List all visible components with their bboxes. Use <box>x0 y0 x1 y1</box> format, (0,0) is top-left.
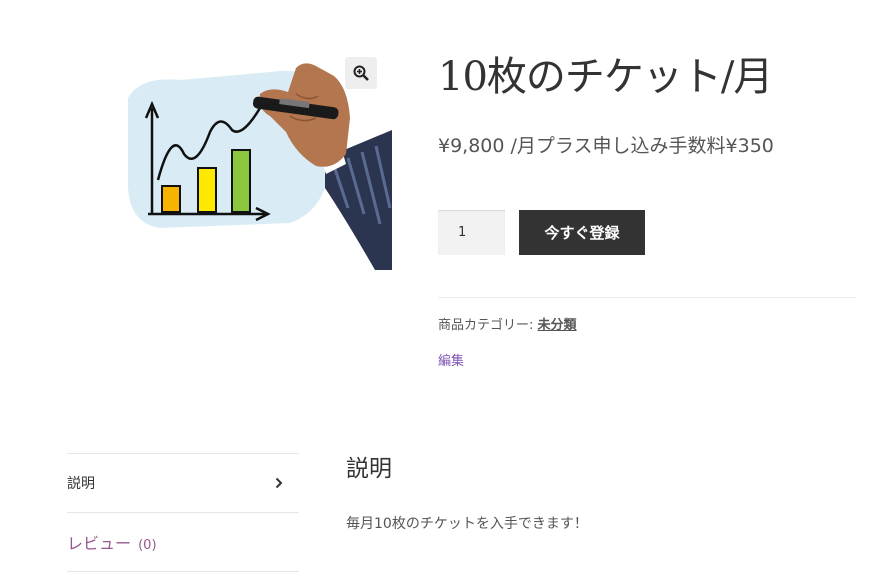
quantity-input[interactable] <box>438 210 505 255</box>
tab-reviews-label: レビュー (0) <box>67 530 157 554</box>
product-tabs: 説明 レビュー (0) <box>67 453 299 572</box>
category-link[interactable]: 未分類 <box>538 318 577 333</box>
tab-reviews-text: レビュー <box>67 534 132 553</box>
chevron-right-icon <box>275 477 283 489</box>
edit-link[interactable]: 編集 <box>438 350 464 369</box>
tab-reviews[interactable]: レビュー (0) <box>67 512 299 571</box>
tab-description-label: 説明 <box>67 476 95 492</box>
tab-description[interactable]: 説明 <box>67 453 299 512</box>
zoom-in-icon <box>353 65 369 81</box>
product-price: ¥9,800 /月プラス申し込み手数料¥350 <box>438 135 774 157</box>
category-label: 商品カテゴリー: <box>438 318 534 333</box>
divider <box>438 297 856 298</box>
panel-description: 毎月10枚のチケットを入手できます！ <box>346 516 588 532</box>
tabs-divider <box>67 571 299 572</box>
product-meta: 商品カテゴリー: 未分類 <box>438 314 577 333</box>
reviews-count: (0) <box>138 538 157 553</box>
product-title: 10枚のチケット/月 <box>438 54 773 100</box>
product-image[interactable] <box>120 58 392 270</box>
chart-drawing-illustration <box>127 63 392 270</box>
zoom-button[interactable] <box>345 57 377 89</box>
add-to-cart-button[interactable]: 今すぐ登録 <box>519 210 645 255</box>
panel-heading: 説明 <box>346 456 392 482</box>
